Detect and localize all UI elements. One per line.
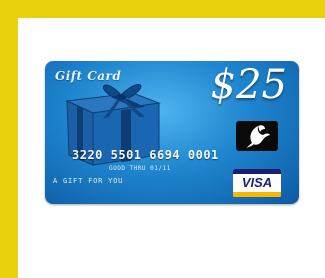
card-amount: $25 — [210, 62, 287, 108]
dove-logo-icon — [236, 121, 278, 151]
visa-band-top — [233, 169, 281, 174]
card-tagline: A GIFT FOR YOU — [53, 177, 124, 185]
good-thru-date: GOOD THRU 01/11 — [109, 165, 171, 172]
visa-wordmark: VISA — [241, 175, 273, 190]
gift-card: Gift Card $25 3220 5501 6694 0001 GOOD T… — [45, 61, 299, 204]
card-title: Gift Card — [55, 69, 122, 83]
visa-band-bottom — [233, 192, 281, 197]
card-number: 3220 5501 6694 0001 — [72, 148, 219, 162]
visa-logo: VISA — [233, 169, 281, 197]
